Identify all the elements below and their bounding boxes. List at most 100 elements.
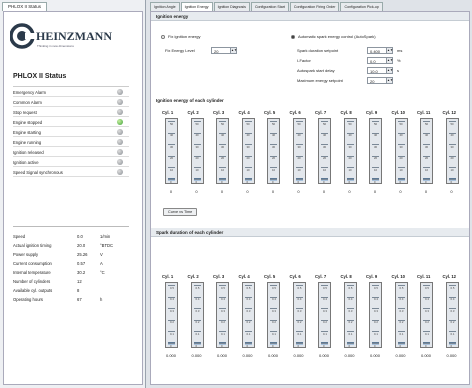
cylinder-value: 0.000 xyxy=(191,353,202,358)
cylinder-label: Cyl. 7 xyxy=(315,110,327,115)
value-label: Actual ignition timing xyxy=(13,243,52,248)
gauge-tick-label: 0.3 xyxy=(374,308,378,313)
cylinder-gauge: 0.5 0.4 0.3 0.2 0.1 0 xyxy=(318,282,331,348)
tab-item[interactable]: Configuration Pick-up xyxy=(340,2,383,11)
gauge-tick-label: 10 xyxy=(450,167,454,172)
autospark-field-spinner[interactable]: 0.400 ▲▼ xyxy=(367,47,393,54)
gauge-tick-label: 30 xyxy=(425,144,429,149)
autospark-field-unit: s xyxy=(397,68,399,73)
gauge-tick-label: 0.2 xyxy=(246,320,251,325)
status-label: Ignition active xyxy=(13,160,39,165)
gauge-tick-label: 20 xyxy=(348,156,352,161)
gauge-tick-label: 30 xyxy=(246,144,250,149)
spin-arrows-icon: ▲▼ xyxy=(386,48,393,53)
cylinder-value: 0.000 xyxy=(420,353,431,358)
gauge-tick-label: 0.3 xyxy=(425,308,429,313)
gauge-tick-label: 20 xyxy=(195,156,199,161)
cylinder-value: 0.000 xyxy=(395,353,406,358)
autospark-field-unit: ms xyxy=(397,48,403,53)
cylinder-value: 0.000 xyxy=(216,353,227,358)
autospark-radio[interactable]: Automatic spark energy control (AutoSpar… xyxy=(291,34,376,39)
status-tab[interactable]: PHLOX II Status xyxy=(2,2,48,11)
heinzmann-logo: HEINZMANN Thinking in new dimensions xyxy=(10,23,112,49)
gauge-tick-label: 0.2 xyxy=(170,320,174,325)
gauge-tick-label: 0 xyxy=(272,343,274,348)
radio-icon xyxy=(161,34,165,39)
gauge-tick-label: 20 xyxy=(170,156,174,161)
tab-item[interactable]: Ignition Angle xyxy=(150,2,180,11)
gauge-tick-label: 0 xyxy=(272,179,274,184)
cylinder-label: Cyl. 10 xyxy=(391,110,406,115)
spin-arrows-icon: ▲▼ xyxy=(386,68,393,73)
value-number: 67 xyxy=(77,297,82,302)
gauge-tick-label: 0 xyxy=(246,343,249,348)
gauge-tick-label: 0 xyxy=(170,343,172,348)
tab-item[interactable]: Configuration Firing Order xyxy=(289,2,340,11)
status-panel xyxy=(3,11,143,385)
fix-energy-radio[interactable]: Fix ignition energy xyxy=(161,34,200,39)
gauge-tick-label: 0.1 xyxy=(297,331,302,336)
gauge-tick-label: 0.4 xyxy=(399,297,404,302)
gauge-tick-label: 0.2 xyxy=(399,320,404,325)
gauge-tick-label: 30 xyxy=(297,144,301,149)
gauge-tick-label: 10 xyxy=(323,167,327,172)
gauge-tick-label: 0.5 xyxy=(297,285,302,290)
cylinder-gauge: 50 40 30 20 10 0 xyxy=(318,118,331,184)
gauge-tick-label: 0.4 xyxy=(221,297,225,302)
gauge-tick-label: 0.3 xyxy=(450,308,455,313)
cylinder-gauge: 50 40 30 20 10 0 xyxy=(369,118,382,184)
gauge-tick-label: 0.4 xyxy=(323,297,327,302)
gauge-tick-label: 0.2 xyxy=(425,320,429,325)
status-label: Stop request xyxy=(13,110,37,115)
gauge-tick-label: 0.3 xyxy=(170,308,174,313)
gauge-tick-label: 20 xyxy=(221,156,225,161)
cylinder-label: Cyl. 1 xyxy=(162,274,174,279)
gauge-tick-label: 10 xyxy=(297,167,301,172)
value-label: Number of cylinders xyxy=(13,279,51,284)
autospark-field-label: Spark duration setpoint xyxy=(297,48,339,53)
tab-item[interactable]: Configuration Start xyxy=(250,2,289,11)
gauge-tick-label: 0.3 xyxy=(221,308,225,313)
gauge-tick-label: 0.5 xyxy=(170,285,174,290)
gauge-tick-label: 50 xyxy=(374,121,378,126)
value-row: Current consumption 0.57 A xyxy=(13,259,133,268)
autospark-field-spinner[interactable]: 0.0 ▲▼ xyxy=(367,57,393,64)
cylinder-value: 0.000 xyxy=(369,353,380,358)
cylinder-label: Cyl. 4 xyxy=(238,274,250,279)
radio-selected-icon xyxy=(291,34,295,39)
tab-item[interactable]: Ignition Diagnosis xyxy=(213,2,250,11)
autospark-field-spinner[interactable]: 10.0 ▲▼ xyxy=(367,67,393,74)
logo-brand: HEINZMANN xyxy=(36,29,112,43)
gauge-tick-label: 0 xyxy=(374,343,376,348)
status-list: Emergency Alarm Common Alarm Stop request E… xyxy=(13,86,129,177)
cylinder-gauge: 50 40 30 20 10 0 xyxy=(216,118,229,184)
gauge-tick-label: 40 xyxy=(297,133,301,138)
status-window: PHLOX II Status HEINZMANN Thinking in ne… xyxy=(0,0,146,388)
tab-item[interactable]: Ignition Energy xyxy=(180,2,213,11)
status-led-icon xyxy=(117,139,123,145)
gauge-tick-label: 0.2 xyxy=(374,320,378,325)
gauge-tick-label: 0.5 xyxy=(399,285,404,290)
curve-vs-time-button[interactable]: Curve vs Time xyxy=(163,208,198,216)
gauge-tick-label: 0.3 xyxy=(399,308,404,313)
gauge-tick-label: 40 xyxy=(323,133,327,138)
gauge-tick-label: 0.5 xyxy=(272,285,276,290)
spin-arrows-icon: ▲▼ xyxy=(386,58,393,63)
cylinder-value: 0.000 xyxy=(446,353,457,358)
gauge-tick-label: 10 xyxy=(170,167,174,172)
cylinder-gauge: 0.5 0.4 0.3 0.2 0.1 0 xyxy=(445,282,459,348)
value-label: Power supply xyxy=(13,252,39,257)
cylinder-gauge: 50 40 30 20 10 0 xyxy=(292,118,306,184)
status-row: Ignition active xyxy=(13,157,129,167)
gauge-tick-label: 0.1 xyxy=(323,331,327,336)
autospark-field-spinner[interactable]: 20 ▲▼ xyxy=(367,77,393,84)
gauge-tick-label: 10 xyxy=(195,167,199,172)
gauge-tick-label: 20 xyxy=(450,156,454,161)
gauge-tick-label: 50 xyxy=(348,121,352,126)
gauge-tick-label: 0.1 xyxy=(195,331,200,336)
cylinder-value: 0 xyxy=(246,189,249,194)
status-led-icon xyxy=(117,159,123,165)
status-label: Emergency Alarm xyxy=(13,90,47,95)
fix-level-spinner[interactable]: 20 ▲▼ xyxy=(211,47,237,54)
gauge-tick-label: 30 xyxy=(374,144,378,149)
